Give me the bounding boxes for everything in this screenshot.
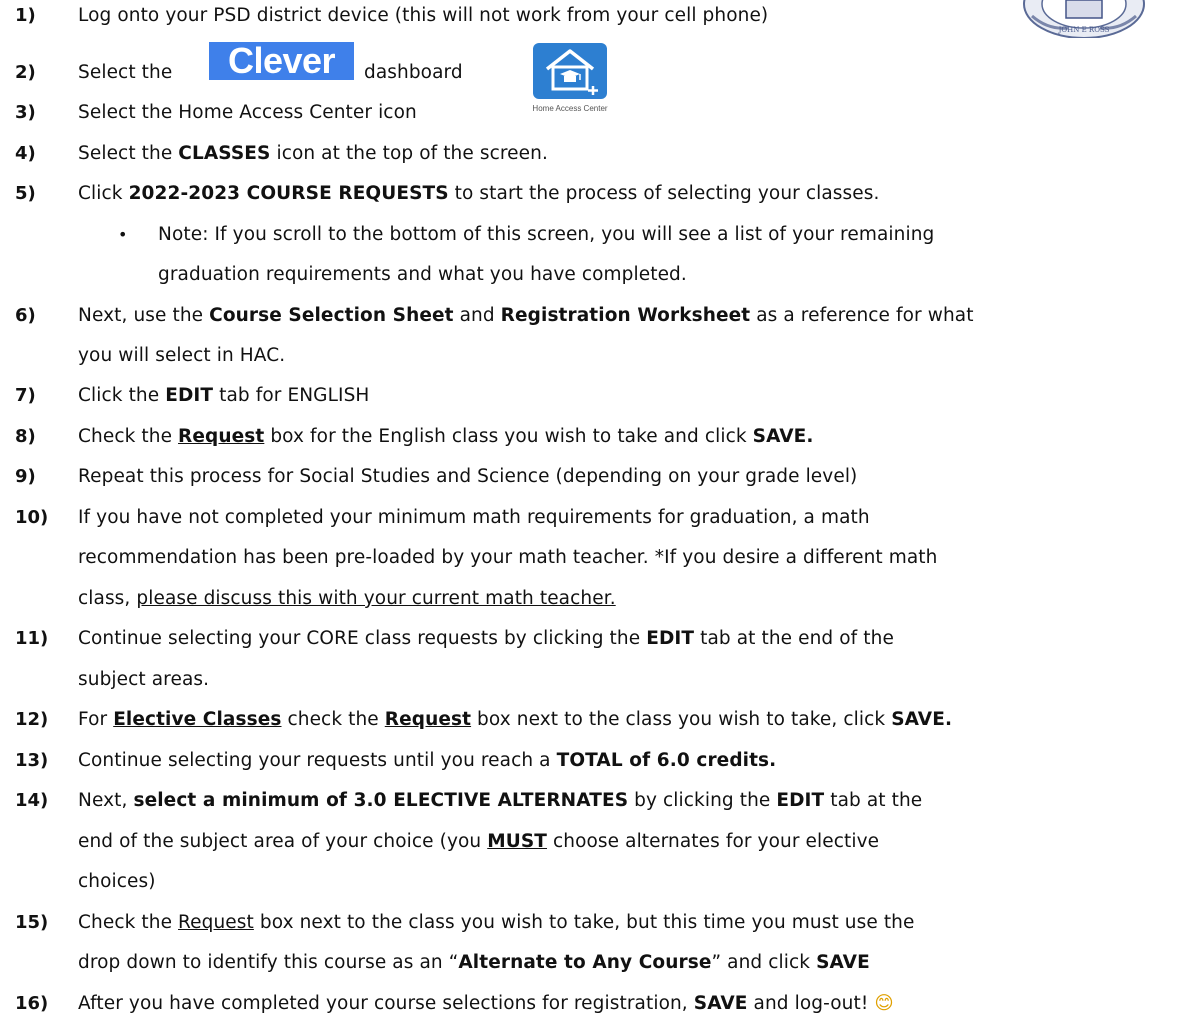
home-access-center-icon — [533, 43, 607, 99]
step-text: Next, select a minimum of 3.0 ELECTIVE A… — [78, 790, 923, 811]
step-number: 13) — [15, 750, 49, 771]
smiley-face-icon: 😊 — [874, 993, 894, 1014]
step-text: Click the EDIT tab for ENGLISH — [78, 385, 370, 406]
step-number: 1) — [15, 5, 36, 26]
step-text: Log onto your PSD district device (this … — [78, 5, 769, 26]
step-text: end of the subject area of your choice (… — [78, 831, 880, 852]
step-text: For Elective Classes check the Request b… — [78, 709, 953, 730]
step-number: 14) — [15, 790, 49, 811]
step-number: 4) — [15, 143, 36, 164]
step-text: Continue selecting your CORE class reque… — [78, 628, 894, 649]
note-text-line2: graduation requirements and what you hav… — [158, 264, 687, 285]
step-text-pre: Select the — [78, 62, 173, 83]
step-text: Repeat this process for Social Studies a… — [78, 466, 858, 487]
step-text: Next, use the Course Selection Sheet and… — [78, 305, 974, 326]
step-text: Check the Request box for the English cl… — [78, 426, 814, 447]
step-number: 12) — [15, 709, 49, 730]
step-text: Check the Request box next to the class … — [78, 912, 915, 933]
step-text: If you have not completed your minimum m… — [78, 507, 870, 528]
step-text: you will select in HAC. — [78, 345, 286, 366]
svg-text:JOHN E ROSS: JOHN E ROSS — [1058, 26, 1110, 34]
step-number: 9) — [15, 466, 36, 487]
step-number: 11) — [15, 628, 49, 649]
step-number: 10) — [15, 507, 49, 528]
step-number: 15) — [15, 912, 49, 933]
step-number: 2) — [15, 62, 36, 83]
step-text: subject areas. — [78, 669, 210, 690]
school-seal-logo: JOHN E ROSS — [1023, 0, 1145, 38]
note-text-line1: Note: If you scroll to the bottom of thi… — [158, 224, 935, 245]
instructions-page: JOHN E ROSS 1) Log onto your PSD distric… — [0, 0, 1187, 1016]
step-text: After you have completed your course sel… — [78, 993, 894, 1014]
bullet-icon: • — [118, 225, 128, 244]
step-text: Select the CLASSES icon at the top of th… — [78, 143, 548, 164]
step-number: 5) — [15, 183, 36, 204]
clever-logo: Clever — [209, 42, 354, 80]
step-text: Continue selecting your requests until y… — [78, 750, 777, 771]
step-number: 3) — [15, 102, 36, 123]
step-number: 16) — [15, 993, 49, 1014]
step-text-post: dashboard — [364, 62, 463, 83]
step-number: 7) — [15, 385, 36, 406]
step-text: recommendation has been pre-loaded by yo… — [78, 547, 938, 568]
step-number: 8) — [15, 426, 36, 447]
step-text: Click 2022-2023 COURSE REQUESTS to start… — [78, 183, 880, 204]
step-text: Select the Home Access Center icon — [78, 102, 417, 123]
step-text: drop down to identify this course as an … — [78, 952, 870, 973]
hac-icon-label: Home Access Center — [532, 104, 608, 113]
step-text: class, please discuss this with your cur… — [78, 588, 616, 609]
step-text: choices) — [78, 871, 156, 892]
step-number: 6) — [15, 305, 36, 326]
